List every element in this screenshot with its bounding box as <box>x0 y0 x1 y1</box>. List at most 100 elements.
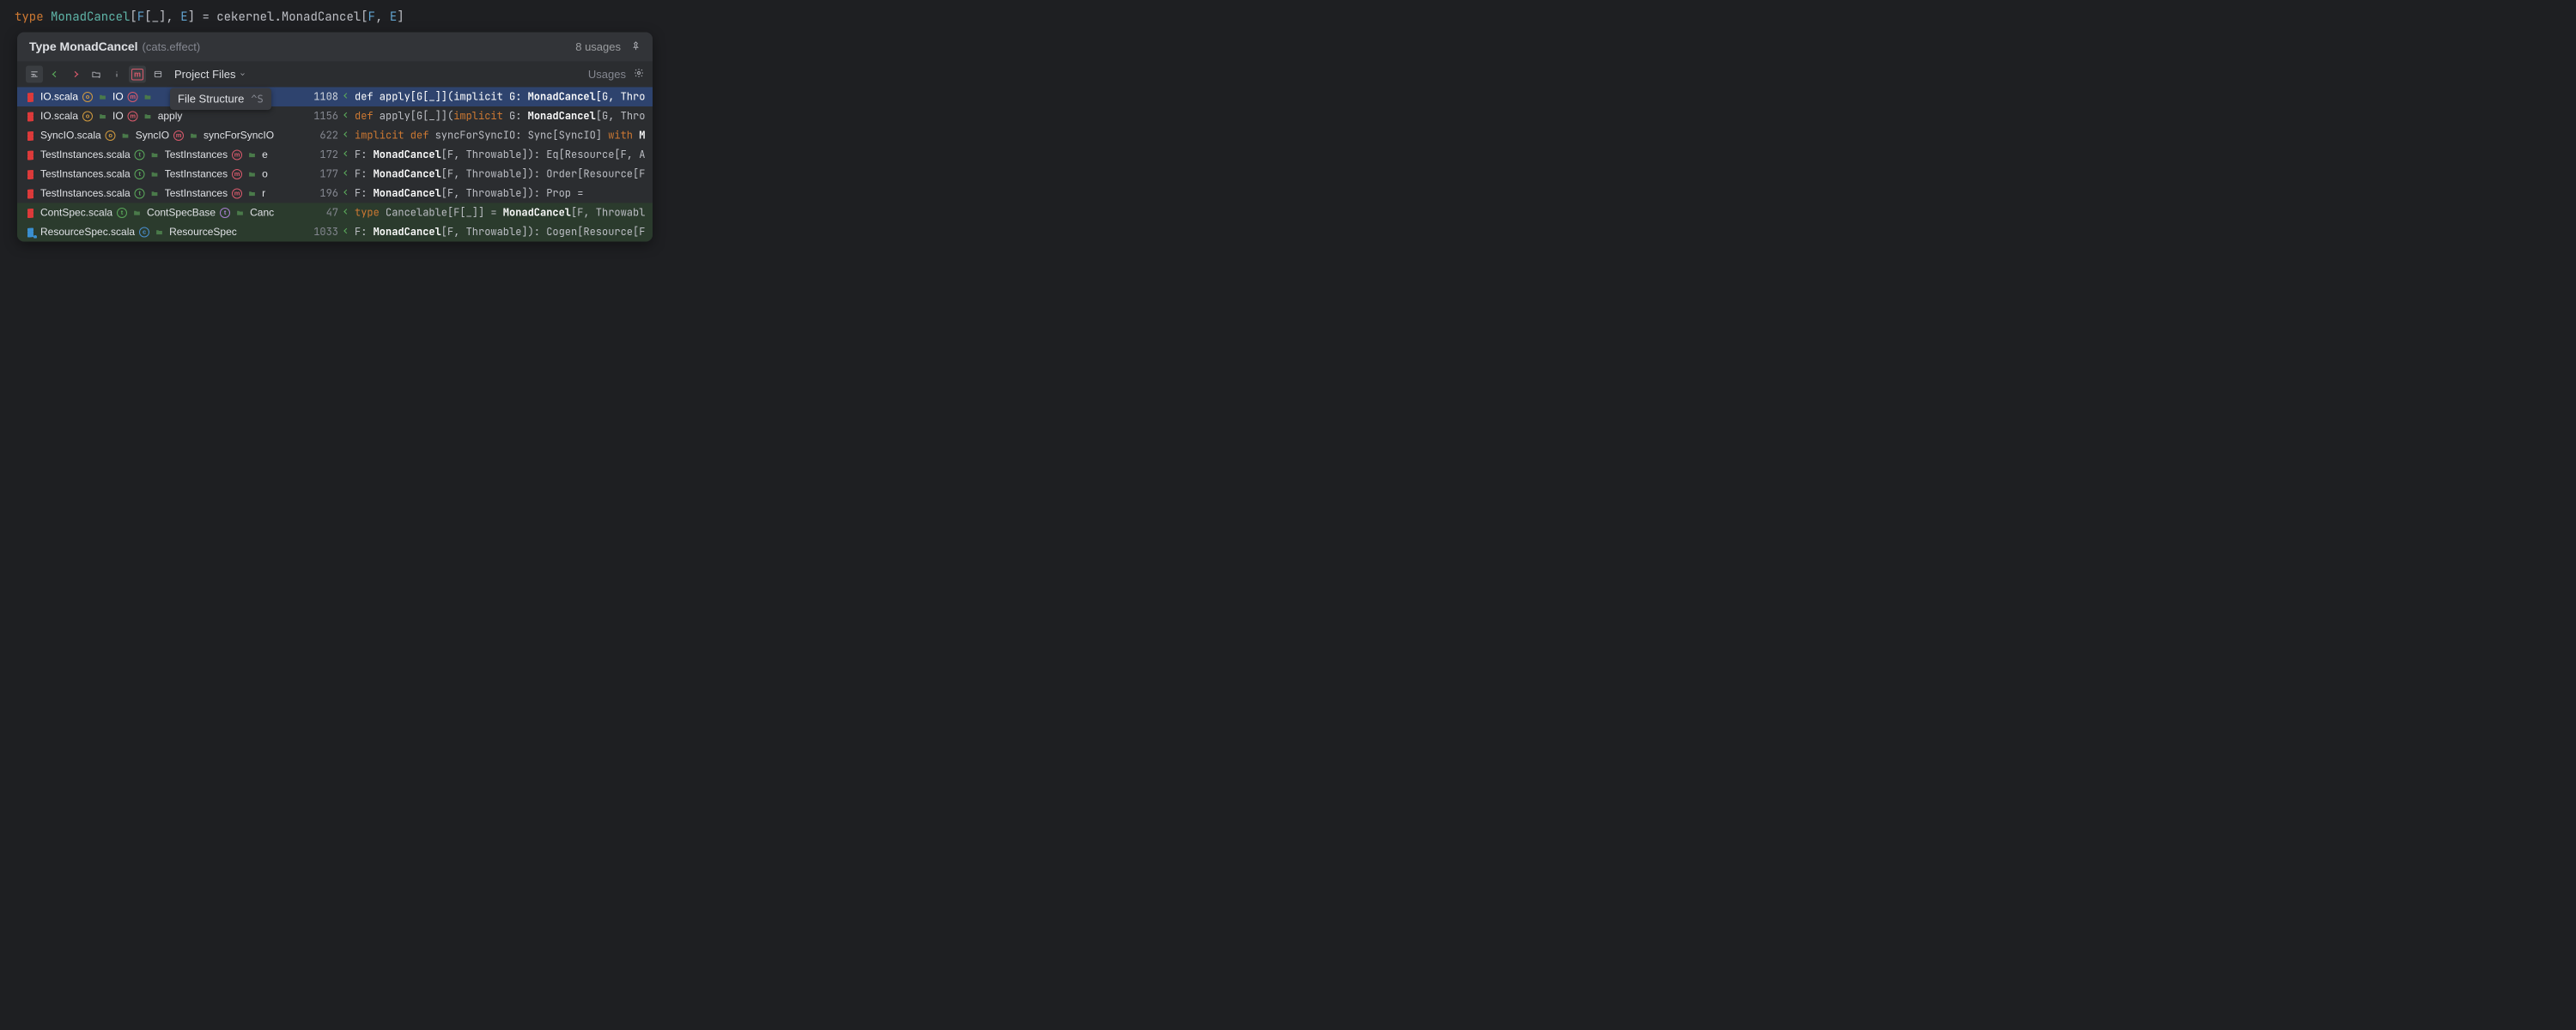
folder-icon <box>143 111 154 122</box>
gear-icon[interactable] <box>634 68 644 82</box>
file-structure-tooltip: File Structure ^S <box>170 88 271 111</box>
usage-row[interactable]: ResourceSpec.scala c ResourceSpec 1033 F… <box>17 222 653 242</box>
code-preview: def apply[G[_]](implicit G: MonadCancel[… <box>342 90 645 104</box>
class-name: TestInstances <box>165 168 228 180</box>
line-number: 1156 <box>308 110 338 124</box>
scala-file-icon <box>25 207 36 218</box>
hierarchy-button[interactable] <box>26 66 43 83</box>
line-number: 1108 <box>308 90 338 104</box>
pin-icon[interactable] <box>631 40 641 54</box>
usage-row[interactable]: TestInstances.scala t TestInstances m e … <box>17 145 653 165</box>
usage-arrow-icon <box>342 188 350 199</box>
code-preview: F: MonadCancel[F, Throwable]): Order[Res… <box>342 167 645 181</box>
t-purple-badge: t <box>220 208 230 218</box>
usage-row[interactable]: TestInstances.scala t TestInstances m o … <box>17 165 653 185</box>
usages-label: Usages <box>588 68 626 82</box>
usage-row[interactable]: TestInstances.scala t TestInstances m r … <box>17 184 653 203</box>
member-name: Canc <box>250 207 274 219</box>
folder-icon <box>149 168 161 179</box>
folder-icon <box>131 207 143 218</box>
code-preview: F: MonadCancel[F, Throwable]): Prop = <box>342 187 645 201</box>
method-filter-button[interactable]: m <box>129 66 146 83</box>
toolbar: m Project Files Usages <box>17 62 653 88</box>
read-access-button[interactable] <box>46 66 64 83</box>
file-name: TestInstances.scala <box>40 168 131 180</box>
scala-file-icon <box>25 168 36 179</box>
folder-icon <box>143 91 154 102</box>
popup-header: Type MonadCancel (cats.effect) 8 usages <box>17 33 653 62</box>
file-name: ResourceSpec.scala <box>40 226 135 238</box>
folder-icon <box>97 111 108 122</box>
t-green-badge: t <box>135 188 145 198</box>
write-access-button[interactable] <box>67 66 84 83</box>
t-green-badge: t <box>135 149 145 160</box>
m-badge: m <box>232 149 242 160</box>
code-preview: def apply[G[_]](implicit G: MonadCancel[… <box>342 110 645 124</box>
o-badge: o <box>106 130 116 141</box>
usage-row[interactable]: IO.scala o IO m 1108 def apply[G[_]](imp… <box>17 88 653 107</box>
new-folder-button[interactable] <box>88 66 105 83</box>
code-preview: type Cancelable[F[_]] = MonadCancel[F, T… <box>342 206 645 220</box>
line-number: 622 <box>308 129 338 142</box>
scala-file-icon <box>25 149 36 161</box>
folder-icon <box>246 149 258 161</box>
usage-row[interactable]: ContSpec.scala t ContSpecBase t Canc 47 … <box>17 203 653 223</box>
class-name: TestInstances <box>165 187 228 199</box>
m-badge: m <box>232 169 242 179</box>
m-badge: m <box>128 92 138 102</box>
popup-subtitle: (cats.effect) <box>143 40 201 54</box>
folder-icon <box>246 188 258 199</box>
c-blue-badge: c <box>139 227 149 237</box>
info-button[interactable] <box>108 66 125 83</box>
scala-file-icon <box>25 130 36 141</box>
scala-file-icon <box>25 188 36 199</box>
usages-count: 8 usages <box>575 40 621 54</box>
class-name: ResourceSpec <box>169 226 237 238</box>
folder-icon <box>97 91 108 102</box>
line-number: 196 <box>308 187 338 201</box>
code-preview: implicit def syncForSyncIO: Sync[SyncIO]… <box>342 129 645 142</box>
tooltip-shortcut: ^S <box>251 93 263 105</box>
keyword-type: type <box>15 9 44 25</box>
o-badge: o <box>82 92 93 102</box>
file-name: ContSpec.scala <box>40 207 112 219</box>
usage-arrow-icon <box>342 91 350 102</box>
scope-dropdown[interactable]: Project Files <box>174 68 246 82</box>
usage-arrow-icon <box>342 149 350 161</box>
t-green-badge: t <box>117 208 127 218</box>
member-name: r <box>262 187 265 199</box>
type-name: MonadCancel <box>51 9 130 25</box>
line-number: 47 <box>308 206 338 220</box>
popup-title: Type MonadCancel <box>29 40 138 54</box>
usage-arrow-icon <box>342 168 350 179</box>
results-list: File Structure ^S IO.scala o IO m 1108 d… <box>17 88 653 242</box>
code-line: type MonadCancel[F[_], E] = cekernel.Mon… <box>0 9 670 33</box>
folder-icon <box>149 188 161 199</box>
member-name: e <box>262 148 268 161</box>
usage-arrow-icon <box>342 111 350 122</box>
member-name: o <box>262 168 268 180</box>
usages-popup: Type MonadCancel (cats.effect) 8 usages <box>17 33 653 242</box>
member-name: syncForSyncIO <box>204 130 274 142</box>
usage-arrow-icon <box>342 130 350 141</box>
line-number: 177 <box>308 167 338 181</box>
member-name: apply <box>158 110 183 122</box>
tooltip-label: File Structure <box>178 93 244 106</box>
class-name: SyncIO <box>136 130 169 142</box>
usage-row[interactable]: SyncIO.scala o SyncIO m syncForSyncIO 62… <box>17 126 653 146</box>
folder-icon <box>149 149 161 161</box>
o-badge: o <box>82 111 93 121</box>
usage-arrow-icon <box>342 227 350 238</box>
folder-icon <box>154 227 165 238</box>
class-name: ContSpecBase <box>147 207 216 219</box>
scala-file-icon <box>25 111 36 122</box>
m-badge: m <box>128 111 138 121</box>
m-badge: m <box>173 130 184 141</box>
details-button[interactable] <box>149 66 167 83</box>
file-name: SyncIO.scala <box>40 130 101 142</box>
usage-arrow-icon <box>342 207 350 218</box>
folder-icon <box>188 130 199 141</box>
line-number: 172 <box>308 148 338 162</box>
usage-row[interactable]: IO.scala o IO m apply 1156 def apply[G[_… <box>17 106 653 126</box>
folder-icon <box>234 207 246 218</box>
